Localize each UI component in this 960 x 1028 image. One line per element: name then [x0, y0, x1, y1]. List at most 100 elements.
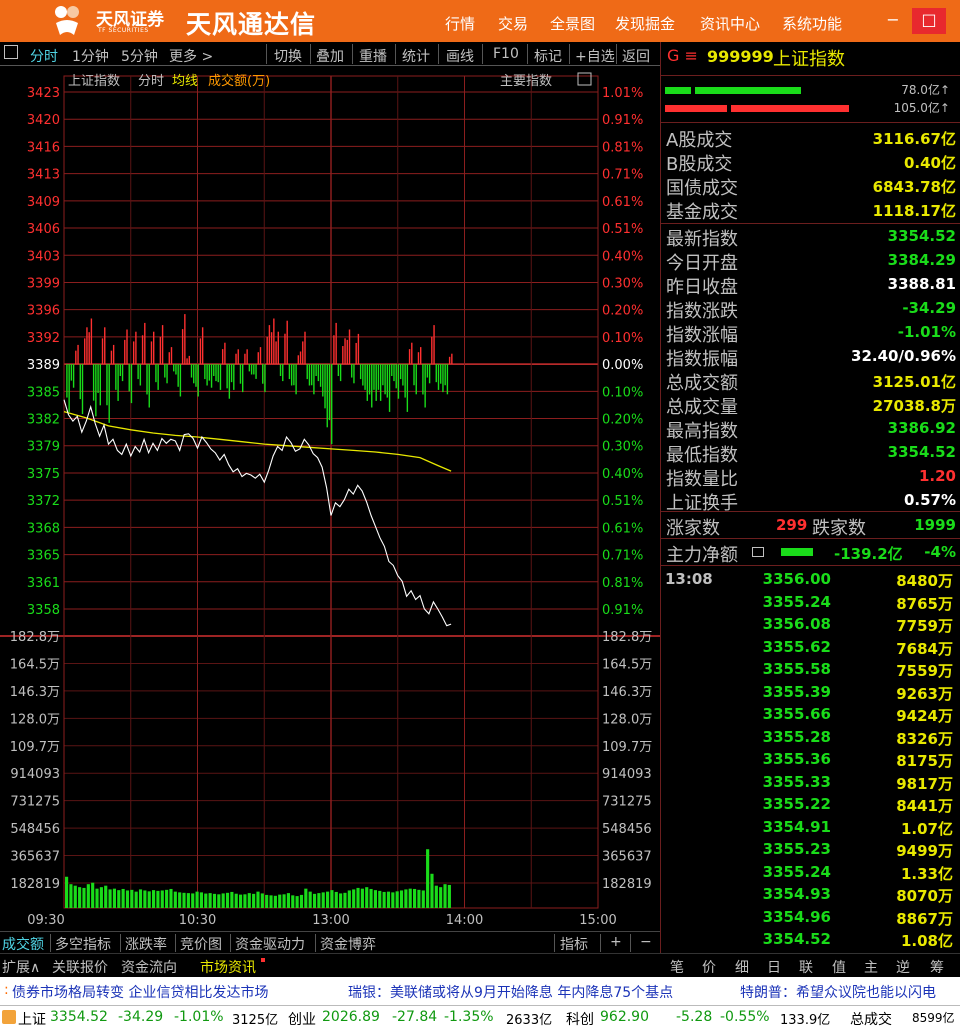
overlay-button[interactable]: 叠加: [316, 46, 344, 66]
tab-1min[interactable]: 1分钟: [72, 46, 109, 66]
remove-indicator-button[interactable]: −: [640, 934, 652, 950]
tick-volume: 8867万: [896, 909, 953, 928]
draw-button[interactable]: 画线: [446, 46, 474, 66]
tab-link[interactable]: 联: [799, 957, 813, 977]
flow-bar-down: [106, 364, 108, 406]
intraday-chart[interactable]: 3423 1.01% 3420 0.91% 3416 0.81% 3413 0.71% 3409…: [0, 66, 660, 932]
tab-chips[interactable]: 筹: [930, 957, 944, 977]
pct-tick-label: 0.10%: [602, 385, 643, 400]
tab-volume[interactable]: 成交额: [2, 934, 44, 954]
menu-quotes[interactable]: 行情: [445, 13, 475, 34]
switch-button[interactable]: 切换: [274, 46, 302, 66]
tab-trades[interactable]: 笔: [670, 957, 684, 977]
tab-capital-drive[interactable]: 资金驱动力: [235, 934, 305, 954]
cy-pct: -1.35%: [444, 1009, 494, 1025]
layout-toggle-icon[interactable]: [4, 45, 18, 59]
index-stat-row: 最高指数 3386.92: [666, 417, 956, 442]
cy-amount: 2633亿: [506, 1013, 553, 1028]
down-volume-bar: [665, 105, 727, 112]
replay-button[interactable]: 重播: [359, 46, 387, 66]
ticker-item[interactable]: 债券市场格局转变 企业信贷相比发达市场: [12, 982, 268, 1002]
flow-bar-up: [159, 336, 162, 365]
tick-row: 3354.93 8070万: [661, 885, 960, 907]
tab-capital-game[interactable]: 资金博弈: [320, 934, 376, 954]
tab-divider: [630, 934, 631, 952]
tab-reverse[interactable]: 逆: [896, 957, 910, 977]
mark-button[interactable]: 标记: [534, 46, 562, 66]
index-stat-label: 指数涨跌: [666, 301, 738, 322]
tab-long-short[interactable]: 多空指标: [55, 934, 111, 954]
flow-bar-down: [308, 364, 311, 386]
tab-more[interactable]: 更多 >: [169, 46, 213, 66]
ticker-item[interactable]: 特朗普：希望众议院也能以闪电: [740, 982, 936, 1002]
menu-system[interactable]: 系统功能: [782, 13, 842, 34]
flow-detail-icon[interactable]: [752, 547, 764, 557]
index-stat-row: 总成交额 3125.01亿: [666, 369, 956, 394]
minimize-button[interactable]: −: [876, 8, 910, 34]
volume-bar: [378, 890, 382, 908]
tab-daily[interactable]: 日: [767, 957, 781, 977]
panel-toggle-icon[interactable]: [577, 72, 592, 86]
status-menu-icon[interactable]: [2, 1010, 16, 1024]
tab-divider: [554, 934, 555, 952]
kc-pct: -0.55%: [720, 1009, 770, 1025]
flow-bar-up: [135, 331, 137, 365]
volume-tick-label-right: 164.5万: [602, 657, 652, 672]
tab-intraday[interactable]: 分时: [30, 46, 58, 66]
tab-advance-decline[interactable]: 涨跌率: [125, 934, 167, 954]
tick-price: 3355.24: [762, 592, 831, 611]
brand-sub: TF SECURITIES: [98, 27, 149, 34]
index-stat-value: -34.29: [902, 299, 956, 317]
flow-bar-up: [302, 341, 304, 365]
price-tick-label: 3406: [27, 222, 60, 237]
news-ticker[interactable]: : 债券市场格局转变 企业信贷相比发达市场 瑞银：美联储或将从9月开始降息 年内…: [0, 977, 960, 1005]
main-index-label[interactable]: 主要指数: [500, 74, 552, 89]
volume-bar: [82, 887, 86, 908]
total-label: 总成交: [850, 1012, 892, 1028]
market-news-tab[interactable]: 市场资讯: [200, 957, 256, 977]
back-button[interactable]: 返回: [622, 46, 650, 66]
tab-main[interactable]: 主: [864, 957, 878, 977]
time-tick-label: 14:00: [446, 913, 483, 928]
volume-bar: [86, 884, 90, 908]
tab-detail[interactable]: 细: [735, 957, 749, 977]
add-watchlist-button[interactable]: +自选: [575, 46, 615, 66]
flow-bar-up: [90, 318, 93, 365]
volume-bar: [295, 896, 299, 908]
volume-bar: [221, 893, 225, 908]
tab-5min[interactable]: 5分钟: [121, 46, 158, 66]
ticker-item[interactable]: 瑞银：美联储或将从9月开始降息 年内降息75个基点: [348, 982, 673, 1002]
index-stat-label: 最高指数: [666, 421, 738, 442]
flow-bar-up: [431, 336, 433, 365]
quote-prefix[interactable]: G ≡: [667, 46, 698, 65]
price-tick-label: 3385: [27, 385, 60, 400]
menu-news[interactable]: 资讯中心: [700, 13, 760, 34]
flow-bar-up: [141, 335, 144, 365]
related-quotes-tab[interactable]: 关联报价: [52, 957, 108, 977]
tab-auction[interactable]: 竞价图: [180, 934, 222, 954]
menu-trade[interactable]: 交易: [498, 13, 528, 34]
flow-bar-up: [304, 331, 306, 365]
volume-bar: [104, 885, 108, 908]
expand-button[interactable]: 扩展∧: [2, 957, 40, 977]
tick-price: 3354.96: [762, 907, 831, 926]
indicator-button[interactable]: 指标: [560, 934, 588, 954]
stats-button[interactable]: 统计: [402, 46, 430, 66]
toolbar-divider: [527, 44, 528, 64]
volume-bar: [317, 893, 321, 908]
index-stat-value: 3125.01亿: [872, 373, 956, 391]
index-stat-value: 0.57%: [903, 491, 956, 509]
tab-value[interactable]: 值: [832, 957, 846, 977]
capital-flow-tab[interactable]: 资金流向: [121, 957, 177, 977]
f10-button[interactable]: F10: [493, 46, 519, 62]
menu-discover[interactable]: 发现掘金: [615, 13, 675, 34]
menu-panorama[interactable]: 全景图: [550, 13, 595, 34]
flow-bar-down: [239, 364, 242, 384]
turnover-row: 国债成交 6843.78亿: [666, 174, 956, 199]
flow-bar-down: [217, 364, 219, 383]
maximize-button[interactable]: □: [912, 8, 946, 34]
volume-bar: [212, 893, 217, 908]
turnover-label: 基金成交: [666, 202, 738, 223]
add-indicator-button[interactable]: +: [610, 934, 622, 950]
tab-price[interactable]: 价: [702, 957, 716, 977]
